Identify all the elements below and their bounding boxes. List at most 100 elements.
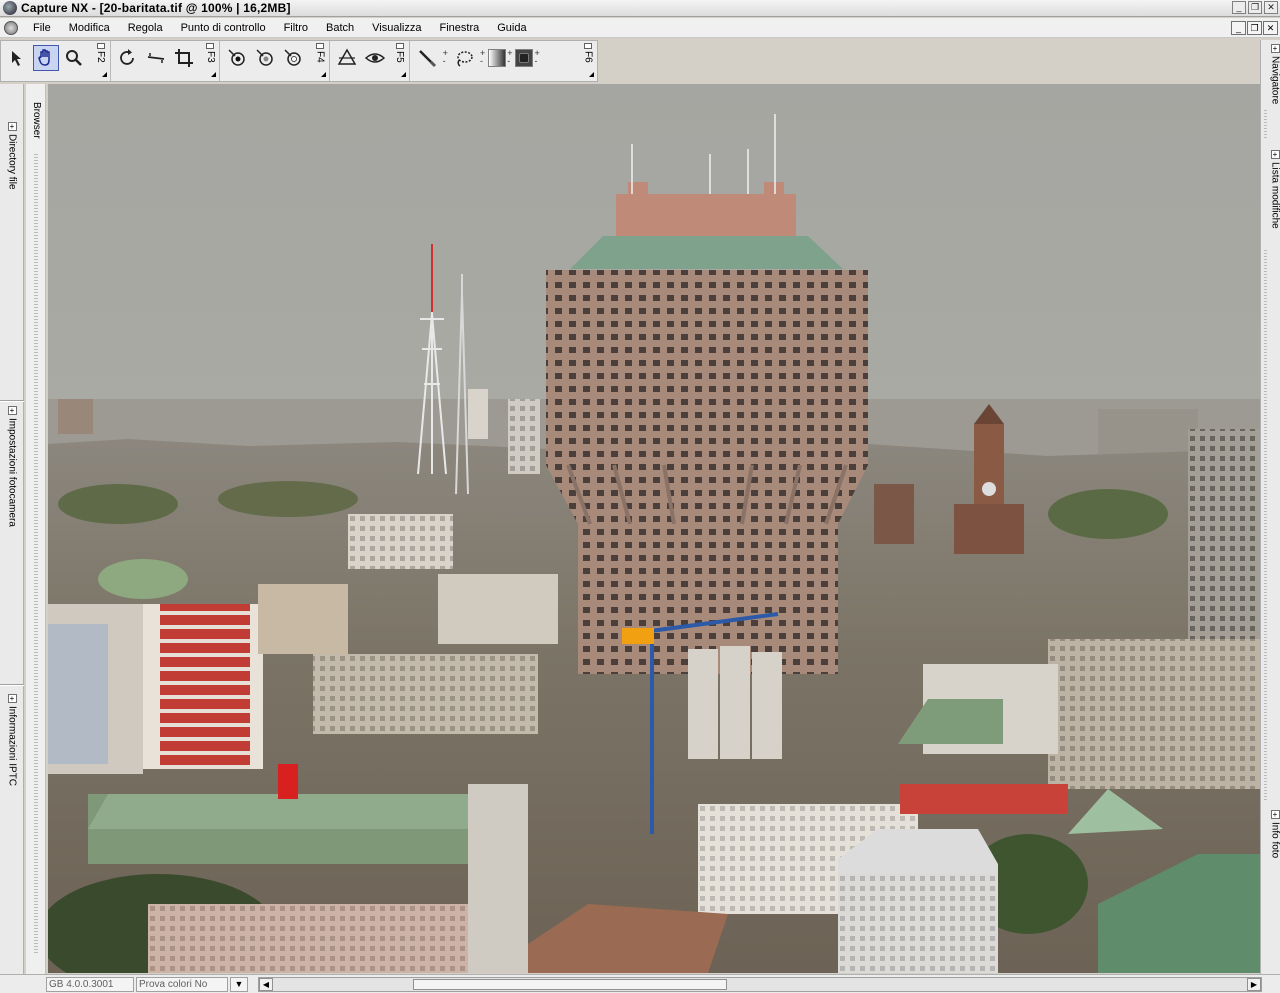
f3-label: F3: [204, 51, 216, 63]
scroll-thumb[interactable]: [413, 979, 727, 990]
direct-select-tool[interactable]: [5, 45, 31, 71]
lasso-plus-minus[interactable]: + -: [480, 49, 485, 66]
gradient-plus-minus[interactable]: + -: [507, 49, 512, 66]
close-button[interactable]: ✕: [1264, 1, 1278, 14]
doc-restore-button[interactable]: ❐: [1247, 21, 1262, 35]
red-eye-tool[interactable]: [362, 45, 388, 71]
tab-edit-list[interactable]: + Lista modifiche: [1265, 150, 1280, 229]
control-point-black-icon: [228, 49, 246, 66]
color-control-point-tool[interactable]: [334, 45, 360, 71]
panel-divider: [0, 684, 24, 686]
toolbar-group-f5: F5: [330, 41, 410, 81]
menu-finestra[interactable]: Finestra: [430, 18, 488, 38]
black-control-point-tool[interactable]: [224, 45, 250, 71]
f6-label: F6: [582, 51, 594, 63]
eye-icon: [364, 53, 385, 63]
silos: [688, 646, 782, 759]
doc-minimize-button[interactable]: _: [1231, 21, 1246, 35]
control-point-color-icon: [337, 48, 357, 65]
crop-tool[interactable]: [171, 45, 197, 71]
left-side-panel: + Directory file + Impostazioni fotocame…: [0, 84, 24, 974]
window-title: Capture NX - [20-baritata.tif @ 100% | 1…: [21, 1, 291, 15]
f3-panel-toggle[interactable]: F3: [204, 41, 217, 79]
app-icon: [3, 1, 17, 15]
soft-proof-field: Prova colori No: [136, 976, 228, 992]
expand-icon[interactable]: +: [1270, 810, 1280, 819]
toolbar-group-f4: F4: [220, 41, 330, 81]
menu-bar: File Modifica Regola Punto di controllo …: [0, 18, 1280, 38]
white-control-point-tool[interactable]: [280, 45, 306, 71]
crop-icon: [174, 49, 193, 67]
tab-photo-info[interactable]: + Info foto: [1265, 810, 1280, 858]
f5-panel-toggle[interactable]: F5: [394, 41, 406, 79]
menu-visualizza[interactable]: Visualizza: [363, 18, 430, 38]
tab-directory-file[interactable]: + Directory file: [2, 122, 22, 190]
soft-proof-dropdown[interactable]: ▼: [230, 976, 248, 992]
panel-grip[interactable]: [1264, 250, 1267, 800]
brush-tool[interactable]: [414, 45, 440, 71]
menu-batch[interactable]: Batch: [317, 18, 363, 38]
minimize-button[interactable]: _: [1232, 1, 1246, 14]
expand-icon[interactable]: +: [7, 122, 17, 131]
status-bar: GB 4.0.0.3001 Prova colori No ▼ ◀ ▶: [0, 974, 1280, 993]
lasso-icon: [457, 51, 473, 67]
brush-plus-minus[interactable]: + -: [443, 49, 448, 66]
f4-label: F4: [314, 51, 326, 63]
zoom-tool[interactable]: [61, 45, 87, 71]
doc-close-button[interactable]: ✕: [1263, 21, 1278, 35]
menu-modifica[interactable]: Modifica: [60, 18, 119, 38]
brush-icon: [418, 50, 436, 68]
toolbar-group-f3: F3: [111, 41, 221, 81]
document-icon[interactable]: [4, 20, 18, 35]
panel-divider: [0, 400, 24, 402]
scroll-right-arrow[interactable]: ▶: [1247, 978, 1261, 991]
straighten-tool[interactable]: [143, 45, 169, 71]
expand-icon[interactable]: +: [7, 406, 17, 415]
lasso-tool[interactable]: [451, 45, 477, 71]
camera-settings-label: Impostazioni fotocamera: [6, 418, 18, 527]
photo-milan-skyline: [48, 84, 1260, 973]
horizontal-scrollbar[interactable]: ◀ ▶: [258, 977, 1262, 992]
menu-guida[interactable]: Guida: [488, 18, 535, 38]
neutral-control-point-tool[interactable]: [252, 45, 278, 71]
capture-nx-window: Capture NX - [20-baritata.tif @ 100% | 1…: [0, 0, 1280, 993]
tab-iptc-info[interactable]: + Informazioni IPTC: [2, 694, 22, 786]
expand-icon[interactable]: +: [7, 694, 17, 703]
iptc-info-label: Informazioni IPTC: [6, 706, 18, 787]
fill-plus-minus[interactable]: + -: [534, 49, 539, 66]
f4-panel-toggle[interactable]: F4: [314, 41, 326, 79]
arrow-icon: [12, 51, 21, 66]
tab-camera-settings[interactable]: + Impostazioni fotocamera: [2, 406, 22, 527]
navigator-label: Navigatore: [1269, 56, 1280, 105]
expand-icon[interactable]: +: [1270, 44, 1280, 53]
expand-icon[interactable]: +: [1270, 150, 1280, 159]
menu-filtro[interactable]: Filtro: [275, 18, 317, 38]
right-side-panel: + Navigatore + Lista modifiche + Info fo…: [1260, 40, 1280, 974]
color-profile-field: GB 4.0.0.3001: [46, 976, 134, 992]
photo-info-label: Info foto: [1269, 822, 1280, 859]
f2-label: F2: [95, 51, 107, 63]
scroll-left-arrow[interactable]: ◀: [259, 978, 273, 991]
fill-remove-tool[interactable]: [515, 49, 534, 67]
menu-regola[interactable]: Regola: [119, 18, 172, 38]
rotate-icon: [119, 49, 134, 65]
menu-punto-di-controllo[interactable]: Punto di controllo: [172, 18, 275, 38]
rotate-tool[interactable]: [115, 45, 141, 71]
browser-grip[interactable]: [34, 154, 38, 954]
toolbar: F2 F3 F4 F5 + - + - + - + - F6: [0, 40, 598, 82]
restore-button[interactable]: ❐: [1248, 1, 1262, 14]
panel-grip[interactable]: [1264, 110, 1267, 140]
browser-strip[interactable]: Browser: [26, 84, 46, 974]
control-point-neutral-icon: [256, 49, 274, 66]
toolbar-group-f2: F2: [1, 41, 111, 81]
title-bar: Capture NX - [20-baritata.tif @ 100% | 1…: [0, 0, 1280, 17]
tab-navigator[interactable]: + Navigatore: [1265, 44, 1280, 104]
hand-tool[interactable]: [33, 45, 59, 71]
f2-panel-toggle[interactable]: F2: [95, 41, 107, 79]
f6-panel-toggle[interactable]: F6: [582, 41, 595, 79]
control-point-white-icon: [284, 49, 302, 66]
gradient-tool[interactable]: [488, 49, 507, 67]
menu-file[interactable]: File: [24, 18, 60, 38]
straighten-icon: [147, 53, 164, 63]
image-canvas[interactable]: [48, 84, 1260, 973]
